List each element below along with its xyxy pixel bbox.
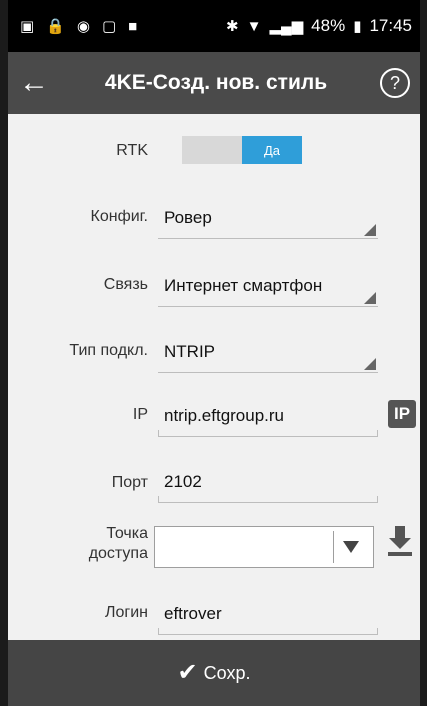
mount-label-line2: доступа	[88, 545, 148, 562]
ip-value: ntrip.eftgroup.ru	[164, 406, 285, 425]
lock-icon: 🔒	[46, 17, 65, 35]
checkmark-icon: ✔	[177, 659, 198, 686]
clock: 17:45	[369, 16, 412, 35]
back-arrow-icon[interactable]: ←	[8, 68, 60, 98]
mount-combobox[interactable]	[154, 526, 374, 568]
signal-icon: ▂▄▆	[269, 17, 304, 35]
spinner-arrow-icon	[364, 292, 376, 304]
config-value: Ровер	[164, 208, 212, 227]
field-tick-left	[158, 430, 159, 436]
config-label: Конфиг.	[90, 208, 148, 225]
field-tick-right	[377, 430, 378, 436]
app-bar: ← 4KE-Созд. нов. стиль ?	[8, 52, 420, 114]
login-field[interactable]: eftrover	[158, 594, 378, 635]
form-content: RTK Да Конфиг. Ровер Связь Интернет смар…	[8, 114, 420, 640]
field-tick-right	[377, 496, 378, 502]
rtk-toggle-on: Да	[242, 136, 302, 164]
field-tick-left	[158, 496, 159, 502]
battery-level: 48%	[311, 16, 346, 35]
notification-icon: ▣	[20, 17, 35, 35]
screen-icon: ▢	[101, 17, 117, 35]
page-title: 4KE-Созд. нов. стиль	[104, 71, 328, 94]
square-icon: ■	[128, 17, 138, 35]
ip-label: IP	[132, 406, 148, 423]
wifi-icon: ▼	[246, 17, 262, 35]
conn-type-spinner[interactable]: NTRIP	[158, 332, 378, 373]
link-value: Интернет смартфон	[164, 276, 323, 295]
screen: ▣ 🔒 ◉ ▢ ■ ✱ ▼ ▂▄▆ 48% ▮ 17:45 ← 4KE-Созд…	[0, 0, 427, 706]
download-icon[interactable]	[386, 526, 414, 558]
spinner-arrow-icon	[364, 224, 376, 236]
ip-button[interactable]: IP	[388, 400, 416, 428]
save-button[interactable]: ✔ Сохр.	[178, 661, 251, 685]
status-bar: ▣ 🔒 ◉ ▢ ■ ✱ ▼ ▂▄▆ 48% ▮ 17:45	[8, 0, 420, 52]
mount-label: Точка доступа	[8, 524, 148, 564]
field-tick-left	[158, 628, 159, 634]
bluetooth-icon: ✱	[226, 17, 239, 35]
link-spinner[interactable]: Интернет смартфон	[158, 266, 378, 307]
battery-icon: ▮	[353, 17, 362, 35]
conn-type-label: Тип подкл.	[69, 342, 148, 359]
combo-separator	[333, 531, 334, 563]
spinner-arrow-icon	[364, 358, 376, 370]
save-label: Сохр.	[203, 662, 251, 683]
help-icon[interactable]: ?	[380, 68, 410, 98]
config-spinner[interactable]: Ровер	[158, 198, 378, 239]
login-value: eftrover	[164, 604, 222, 623]
field-tick-right	[377, 628, 378, 634]
rtk-toggle[interactable]: Да	[182, 136, 302, 164]
port-label: Порт	[111, 474, 148, 491]
mount-label-line1: Точка	[106, 525, 148, 542]
dropdown-arrow-icon[interactable]	[343, 541, 359, 553]
bottom-bar: ✔ Сохр.	[8, 640, 420, 706]
port-value: 2102	[164, 472, 202, 491]
port-field[interactable]: 2102	[158, 462, 378, 503]
rtk-toggle-off	[182, 136, 242, 164]
conn-type-value: NTRIP	[164, 342, 215, 361]
link-label: Связь	[103, 276, 148, 293]
login-label: Логин	[104, 604, 148, 621]
rtk-label: RTK	[116, 142, 148, 159]
eye-icon: ◉	[76, 17, 90, 35]
ip-field[interactable]: ntrip.eftgroup.ru	[158, 396, 378, 437]
